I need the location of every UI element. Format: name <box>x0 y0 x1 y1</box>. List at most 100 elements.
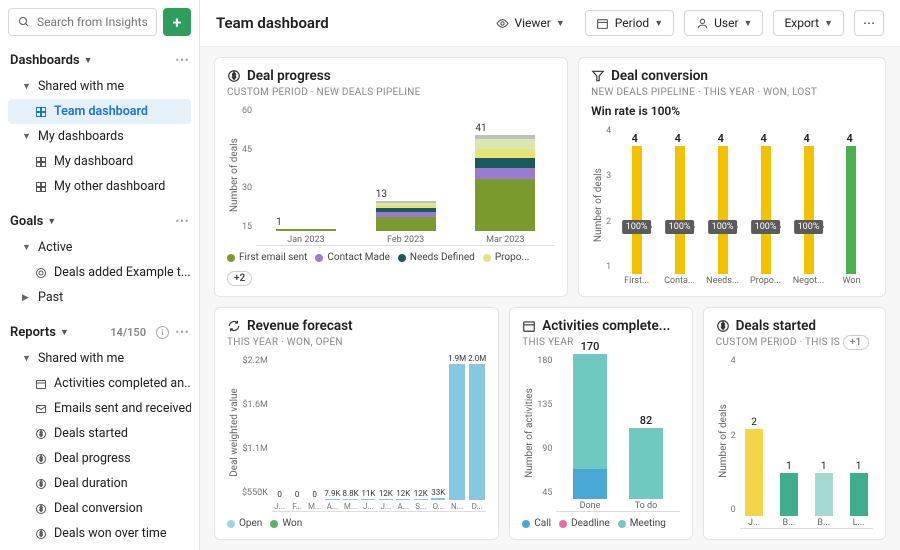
chevron-down-icon: ▼ <box>22 81 32 92</box>
section-dashboards[interactable]: Dashboards▼ ⋯ <box>8 46 191 74</box>
svg-text:$: $ <box>232 72 236 80</box>
card-revenue-forecast: Revenue forecast THIS YEAR · WON, OPEN D… <box>214 307 499 540</box>
card-subtitle: THIS YEAR · WON, OPEN <box>227 337 486 348</box>
sidebar-item-deal-conversion[interactable]: $Deal conversion <box>8 496 191 521</box>
y-axis-label: Number of deals <box>591 124 606 286</box>
chevron-down-icon: ▼ <box>47 216 56 227</box>
chevron-down-icon: ▼ <box>22 131 32 142</box>
chevron-down-icon: ▼ <box>824 18 833 29</box>
chevron-down-icon: ▼ <box>60 327 69 338</box>
card-deal-progress: $ Deal progress CUSTOM PERIOD · NEW DEALS… <box>214 57 568 297</box>
y-axis-label: Deal weighted value <box>227 354 242 512</box>
dashboard-icon <box>34 105 48 119</box>
group-shared-with-me-reports[interactable]: ▼Shared with me <box>8 346 191 371</box>
sidebar-item-deals-added-example[interactable]: Deals added Example t... <box>8 260 191 285</box>
dashboard-icon <box>34 155 48 169</box>
sidebar-item-my-other-dashboard[interactable]: My other dashboard <box>8 174 191 199</box>
revenue-forecast-chart: 0J...0F...0M...7.9KA...8.8KM...11KJ...12… <box>272 354 486 512</box>
eye-icon <box>495 16 509 30</box>
viewer-dropdown[interactable]: Viewer▼ <box>485 11 574 35</box>
calendar-icon <box>522 319 536 333</box>
period-dropdown[interactable]: Period▼ <box>585 10 674 36</box>
user-dropdown[interactable]: User▼ <box>684 10 763 36</box>
legend-more-chip[interactable]: +2 <box>227 271 252 286</box>
card-subtitle: THIS YEAR <box>522 337 679 348</box>
dollar-icon: $ <box>716 319 730 333</box>
search-input[interactable] <box>37 15 148 29</box>
legend: CallDeadlineMeeting <box>522 518 679 529</box>
chevron-down-icon: ▼ <box>22 353 32 364</box>
reports-count: 14/150 <box>110 326 146 339</box>
chevron-down-icon: ▼ <box>744 18 753 29</box>
mail-icon <box>34 402 48 416</box>
card-title: Revenue forecast <box>247 318 353 334</box>
card-subtitle: CUSTOM PERIOD · THIS IS +1 <box>716 337 873 348</box>
card-deals-started: $ Deals started CUSTOM PERIOD · THIS IS +… <box>703 307 886 540</box>
topbar: Team dashboard Viewer▼ Period▼ User▼ Exp… <box>200 0 900 47</box>
dots-icon: ⋯ <box>863 16 875 30</box>
group-my-dashboards[interactable]: ▼My dashboards <box>8 124 191 149</box>
sidebar-item-emails[interactable]: Emails sent and received <box>8 396 191 421</box>
search-icon <box>17 15 31 29</box>
group-shared-with-me[interactable]: ▼Shared with me <box>8 74 191 99</box>
dollar-icon: $ <box>34 477 48 491</box>
section-reports[interactable]: Reports▼ 14/150i⋯ <box>8 318 191 346</box>
legend: OpenWon <box>227 518 486 529</box>
sidebar-item-team-dashboard[interactable]: Team dashboard <box>8 99 191 124</box>
dollar-icon: $ <box>34 527 48 541</box>
info-icon[interactable]: i <box>156 326 169 339</box>
chevron-down-icon: ▼ <box>556 18 565 29</box>
dollar-icon: $ <box>34 427 48 441</box>
y-axis-label: Number of deals <box>227 104 242 246</box>
export-dropdown[interactable]: Export▼ <box>773 10 844 36</box>
more-menu[interactable]: ⋯ <box>854 10 884 36</box>
card-deal-conversion: Deal conversion NEW DEALS PIPELINE · THI… <box>578 57 886 297</box>
y-axis-ticks: $2.2M$1.6M$1.1M$550K <box>242 354 272 512</box>
funnel-icon <box>591 69 605 83</box>
win-rate-headline: Win rate is 100% <box>591 104 873 118</box>
card-title: Deals started <box>736 318 816 334</box>
sidebar-item-my-dashboard[interactable]: My dashboard <box>8 149 191 174</box>
svg-text:$: $ <box>39 431 43 438</box>
y-axis-label: Number of activities <box>522 354 537 512</box>
dollar-icon: $ <box>34 452 48 466</box>
group-past[interactable]: ▶Past <box>8 285 191 310</box>
more-chip[interactable]: +1 <box>843 335 869 350</box>
chevron-right-icon: ▶ <box>22 293 32 303</box>
y-axis-ticks: 1801359045 <box>537 354 556 512</box>
card-subtitle: NEW DEALS PIPELINE · THIS YEAR · WON, LO… <box>591 87 873 98</box>
refresh-icon <box>227 319 241 333</box>
deal-progress-chart: 1Jan 202313Feb 202341Mar 2023 <box>256 104 555 246</box>
sidebar-item-deal-progress[interactable]: $Deal progress <box>8 446 191 471</box>
add-button[interactable]: + <box>163 8 191 36</box>
sidebar-item-deals-started[interactable]: $Deals started <box>8 421 191 446</box>
chevron-down-icon: ▼ <box>84 55 93 66</box>
deal-conversion-chart: 4100%First...4100%Conta...4100%Needs...4… <box>615 130 873 286</box>
y-axis-label: Number of deals <box>716 354 731 529</box>
svg-text:$: $ <box>39 481 43 488</box>
sidebar-item-deals-won[interactable]: $Deals won over time <box>8 521 191 546</box>
svg-text:$: $ <box>39 531 43 538</box>
page-title: Team dashboard <box>216 14 329 32</box>
section-menu-icon[interactable]: ⋯ <box>175 324 189 340</box>
card-title: Deal progress <box>247 68 331 84</box>
plus-icon: + <box>173 13 182 32</box>
y-axis-ticks: 420 <box>731 354 740 529</box>
chevron-down-icon: ▼ <box>654 18 663 29</box>
svg-text:$: $ <box>39 506 43 513</box>
legend: First email sentContact MadeNeeds Define… <box>227 252 555 286</box>
deals-started-chart: 2J...1B...1B...1L... <box>740 354 873 529</box>
dashboard-icon <box>34 180 48 194</box>
user-icon <box>695 16 709 30</box>
calendar-icon <box>596 16 610 30</box>
sidebar-item-activities-completed[interactable]: Activities completed an... <box>8 371 191 396</box>
section-goals[interactable]: Goals▼ ⋯ <box>8 207 191 235</box>
activities-chart: 170Done82To do <box>556 354 679 512</box>
group-active[interactable]: ▼Active <box>8 235 191 260</box>
chevron-down-icon: ▼ <box>22 242 32 253</box>
sidebar-item-deal-duration[interactable]: $Deal duration <box>8 471 191 496</box>
search-box[interactable] <box>8 8 157 36</box>
section-menu-icon[interactable]: ⋯ <box>175 213 189 229</box>
section-menu-icon[interactable]: ⋯ <box>175 52 189 68</box>
card-subtitle: CUSTOM PERIOD · NEW DEALS PIPELINE <box>227 87 555 98</box>
